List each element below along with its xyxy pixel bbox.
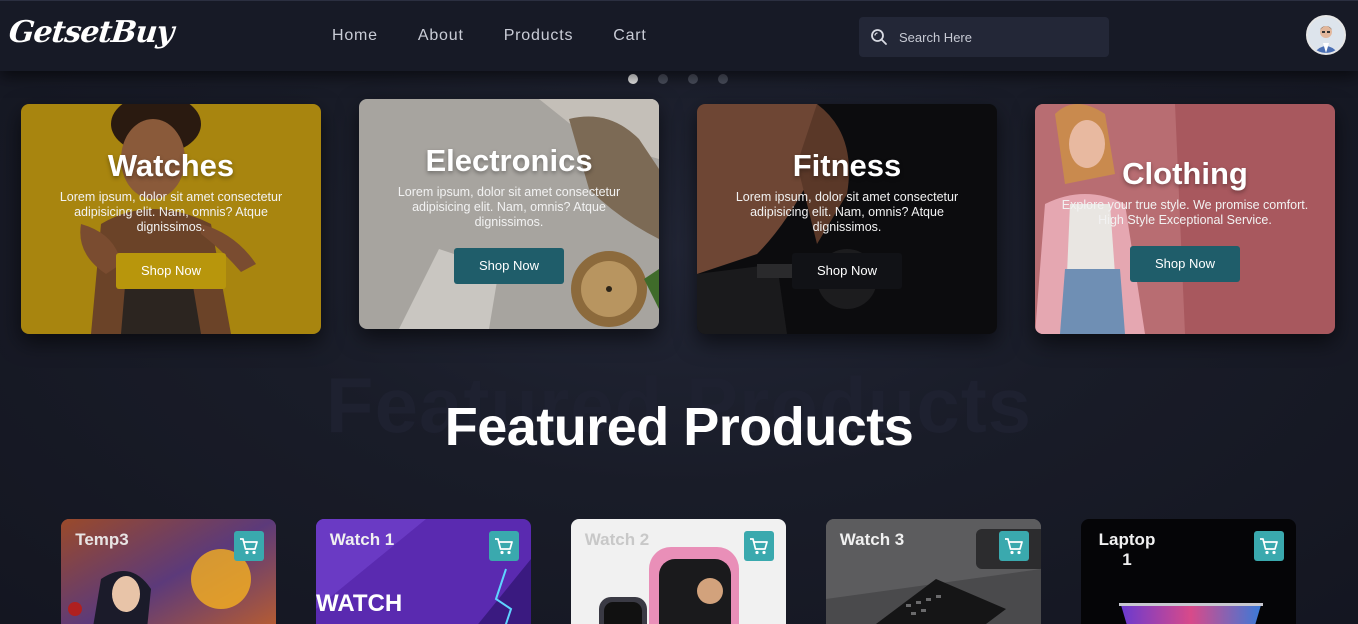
cart-icon: [1260, 538, 1278, 555]
product-card[interactable]: WATCH Watch 1: [316, 519, 531, 624]
nav-link-home[interactable]: Home: [332, 27, 378, 45]
banner-title: Fitness: [792, 148, 902, 183]
carousel-dot[interactable]: [688, 74, 698, 84]
cart-icon: [1005, 538, 1023, 555]
banner-title: Clothing: [1122, 156, 1248, 191]
product-card[interactable]: Watch 2: [571, 519, 786, 624]
add-to-cart-button[interactable]: [1254, 531, 1284, 561]
product-label: Watch 3: [839, 530, 905, 549]
main-nav: Home About Products Cart: [332, 27, 687, 45]
category-card-watches: Watches Lorem ipsum, dolor sit amet cons…: [21, 104, 321, 334]
add-to-cart-button[interactable]: [999, 531, 1029, 561]
category-card-clothing: Clothing Explore your true style. We pro…: [1035, 104, 1335, 334]
brand-logo[interactable]: GetsetBuy: [7, 15, 175, 50]
nav-link-products[interactable]: Products: [504, 27, 574, 45]
user-avatar[interactable]: [1306, 15, 1346, 55]
banner-title: Electronics: [425, 143, 593, 178]
search-input[interactable]: [899, 17, 1099, 57]
category-card-electronics: Electronics Lorem ipsum, dolor sit amet …: [359, 99, 659, 329]
category-card-fitness: Fitness Lorem ipsum, dolor sit amet cons…: [697, 104, 997, 334]
search-icon[interactable]: [870, 28, 888, 46]
product-card[interactable]: Watch 3: [826, 519, 1041, 624]
product-card[interactable]: Laptop 1: [1081, 519, 1296, 624]
add-to-cart-button[interactable]: [489, 531, 519, 561]
cart-icon: [495, 538, 513, 555]
search-box: [859, 17, 1109, 57]
banner-description: Lorem ipsum, dolor sit amet consectetur …: [397, 185, 621, 229]
product-card[interactable]: Temp3: [61, 519, 276, 624]
banner-description: Explore your true style. We promise comf…: [1061, 198, 1309, 227]
carousel-indicators: [628, 74, 728, 84]
top-navbar: GetsetBuy Home About Products Cart: [0, 0, 1358, 71]
featured-products-title: Featured Products: [444, 397, 914, 457]
add-to-cart-button[interactable]: [744, 531, 774, 561]
banner-title: Watches: [107, 148, 235, 183]
nav-link-cart[interactable]: Cart: [613, 27, 646, 45]
shop-now-button[interactable]: Shop Now: [1130, 246, 1240, 282]
carousel-dot[interactable]: [658, 74, 668, 84]
carousel-dot[interactable]: [718, 74, 728, 84]
shop-now-button[interactable]: Shop Now: [454, 248, 564, 284]
banner-description: Lorem ipsum, dolor sit amet consectetur …: [59, 190, 283, 234]
carousel-dot[interactable]: [628, 74, 638, 84]
shop-now-button[interactable]: Shop Now: [116, 253, 226, 289]
product-label: Temp3: [75, 530, 129, 549]
shop-now-button[interactable]: Shop Now: [792, 253, 902, 289]
nav-link-about[interactable]: About: [418, 27, 464, 45]
product-label: Watch 2: [584, 530, 650, 549]
product-label: Watch 1: [329, 530, 395, 549]
cart-icon: [750, 538, 768, 555]
product-label: Laptop 1: [1098, 530, 1156, 569]
banner-description: Lorem ipsum, dolor sit amet consectetur …: [735, 190, 959, 234]
svg-text:WATCH: WATCH: [316, 590, 402, 617]
cart-icon: [240, 538, 258, 555]
add-to-cart-button[interactable]: [234, 531, 264, 561]
